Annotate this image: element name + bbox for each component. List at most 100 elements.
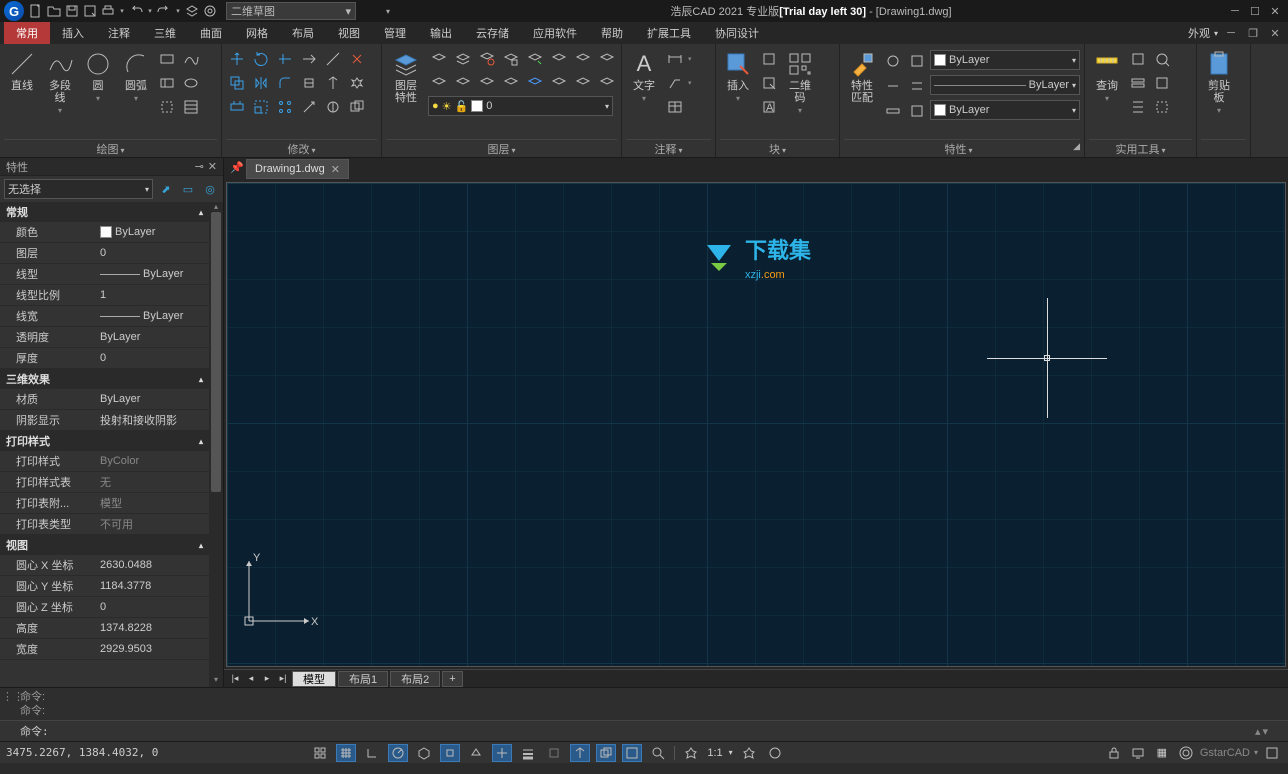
layer-5-icon[interactable] <box>524 48 546 70</box>
query-button[interactable]: 查询▾ <box>1089 48 1125 105</box>
tab-3d[interactable]: 三维 <box>142 22 188 44</box>
tab-cloud[interactable]: 云存储 <box>464 22 521 44</box>
osnap-toggle[interactable] <box>440 744 460 762</box>
tab-output[interactable]: 输出 <box>418 22 464 44</box>
command-input[interactable] <box>49 725 1255 738</box>
lock-ui-icon[interactable] <box>1104 744 1124 762</box>
layout-1-tab[interactable]: 布局1 <box>338 671 388 687</box>
quick-select-icon[interactable]: ⬈ <box>157 180 175 198</box>
modify-f-icon[interactable] <box>322 96 344 118</box>
crop-icon[interactable] <box>156 96 178 118</box>
layout-model-tab[interactable]: 模型 <box>292 671 336 687</box>
row-ptable[interactable]: 打印样式表无 <box>0 472 209 493</box>
panel-util-title[interactable]: 实用工具▾ <box>1089 139 1192 157</box>
clipboard-button[interactable]: 剪贴板▾ <box>1201 48 1237 117</box>
offset-icon[interactable] <box>346 96 368 118</box>
props-e-icon[interactable] <box>882 100 904 122</box>
cmd-up-icon[interactable]: ▴ <box>1255 725 1261 738</box>
circle-button[interactable]: 圆▾ <box>80 48 116 105</box>
layers-icon[interactable] <box>184 3 200 19</box>
command-line[interactable]: 命令: ▴ ▾ <box>0 720 1288 741</box>
workspace-combo[interactable]: 二维草图 ▾ <box>226 2 356 20</box>
layer-7-icon[interactable] <box>572 48 594 70</box>
row-ltype[interactable]: 线型ByLayer <box>0 264 209 285</box>
tab-insert[interactable]: 插入 <box>50 22 96 44</box>
monitor-icon[interactable] <box>1128 744 1148 762</box>
tab-pin-icon[interactable]: 📌 <box>230 161 246 177</box>
modify-c-icon[interactable] <box>298 96 320 118</box>
maximize-button[interactable]: ☐ <box>1246 3 1264 19</box>
block-attr-icon[interactable]: A <box>758 96 780 118</box>
hardware-icon[interactable] <box>1176 744 1196 762</box>
close-tab-icon[interactable]: ✕ <box>331 163 340 176</box>
layer-8-icon[interactable] <box>596 48 618 70</box>
workspace-icon[interactable] <box>202 3 218 19</box>
close-icon[interactable]: ✕ <box>208 160 217 173</box>
row-transp[interactable]: 透明度ByLayer <box>0 327 209 348</box>
canvas[interactable]: 下载集 xzji.com Y X <box>226 182 1286 667</box>
redo-dd-icon[interactable]: ▾ <box>174 3 182 19</box>
row-ltscale[interactable]: 线型比例1 <box>0 285 209 306</box>
move-icon[interactable] <box>226 48 248 70</box>
tab-surface[interactable]: 曲面 <box>188 22 234 44</box>
pin-icon[interactable]: ⊸ <box>195 160 204 173</box>
annoauto-icon[interactable] <box>765 744 785 762</box>
rotate-icon[interactable] <box>250 48 272 70</box>
saveas-icon[interactable] <box>82 3 98 19</box>
fillet-icon[interactable] <box>274 72 296 94</box>
undo-icon[interactable] <box>128 3 144 19</box>
layer-b3-icon[interactable] <box>476 72 498 94</box>
erase-icon[interactable] <box>346 48 368 70</box>
scroll-down-icon[interactable]: ▾ <box>209 675 223 687</box>
match-props-button[interactable]: 特性 匹配 <box>844 48 880 106</box>
modify-a-icon[interactable] <box>298 48 320 70</box>
scale-icon[interactable] <box>250 96 272 118</box>
layout-first-icon[interactable]: |◂ <box>228 672 242 686</box>
layer-3-icon[interactable] <box>476 48 498 70</box>
transparency-toggle[interactable] <box>544 744 564 762</box>
layer-b2-icon[interactable] <box>452 72 474 94</box>
layer-4-icon[interactable] <box>500 48 522 70</box>
doc-tab[interactable]: Drawing1.dwg ✕ <box>246 159 349 179</box>
props-f-icon[interactable] <box>906 100 928 122</box>
layer-b5-icon[interactable] <box>524 72 546 94</box>
row-width[interactable]: 宽度2929.9503 <box>0 639 209 660</box>
selection-combo[interactable]: 无选择▾ <box>4 179 153 199</box>
layer-b7-icon[interactable] <box>572 72 594 94</box>
layer-combo[interactable]: ● ☀ 🔓 0 ▾ <box>428 96 613 116</box>
props-a-icon[interactable] <box>882 50 904 72</box>
layout-next-icon[interactable]: ▸ <box>260 672 274 686</box>
hatch-icon[interactable] <box>180 96 202 118</box>
row-thick[interactable]: 厚度0 <box>0 348 209 369</box>
otrack-toggle[interactable] <box>492 744 512 762</box>
block-create-icon[interactable] <box>758 48 780 70</box>
cat-general[interactable]: 常规▴ <box>0 202 209 222</box>
doc-restore-button[interactable]: ❐ <box>1244 25 1262 41</box>
modify-e-icon[interactable] <box>322 72 344 94</box>
magnify-toggle[interactable] <box>648 744 668 762</box>
layer-props-button[interactable]: 图层 特性 <box>386 48 426 106</box>
coordinates[interactable]: 3475.2267, 1384.4032, 0 <box>6 746 158 759</box>
tab-collab[interactable]: 协同设计 <box>703 22 771 44</box>
row-pstyle[interactable]: 打印样式ByColor <box>0 451 209 472</box>
print-icon[interactable] <box>100 3 116 19</box>
row-material[interactable]: 材质ByLayer <box>0 389 209 410</box>
line-button[interactable]: 直线 <box>4 48 40 94</box>
cycling-toggle[interactable] <box>596 744 616 762</box>
print-dd-icon[interactable]: ▾ <box>118 3 126 19</box>
polyline-button[interactable]: 多段线▾ <box>42 48 78 117</box>
pickadd-icon[interactable]: ◎ <box>201 180 219 198</box>
appearance-label[interactable]: 外观 <box>1188 25 1210 41</box>
row-shadow[interactable]: 阴影显示投射和接收阴影 <box>0 410 209 431</box>
redo-icon[interactable] <box>156 3 172 19</box>
annoscale-icon[interactable] <box>681 744 701 762</box>
annosync-icon[interactable] <box>739 744 759 762</box>
cat-view[interactable]: 视图▴ <box>0 535 209 555</box>
select-objects-icon[interactable]: ▭ <box>179 180 197 198</box>
dyn-toggle[interactable] <box>570 744 590 762</box>
polar-toggle[interactable] <box>388 744 408 762</box>
color-combo[interactable]: ByLayer▾ <box>930 50 1080 70</box>
row-layer[interactable]: 图层0 <box>0 243 209 264</box>
cmd-down-icon[interactable]: ▾ <box>1262 725 1268 738</box>
grid-toggle[interactable] <box>336 744 356 762</box>
